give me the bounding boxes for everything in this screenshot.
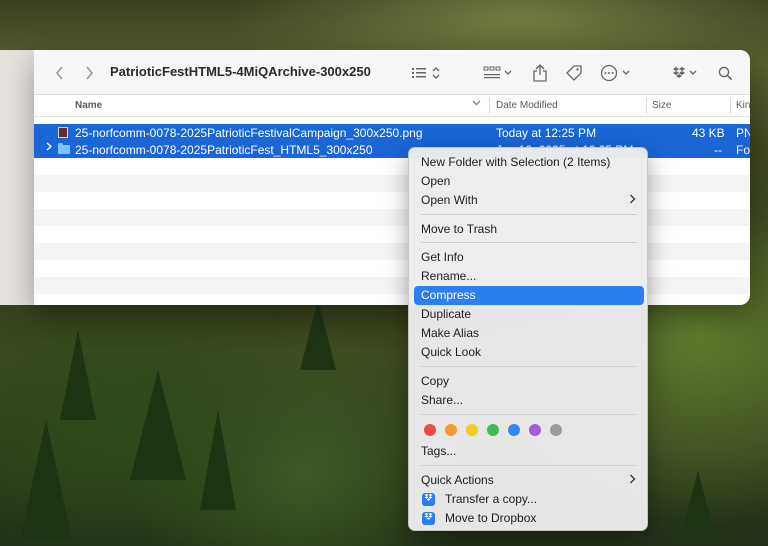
wallpaper-tree: [20, 420, 72, 540]
wallpaper-tree: [300, 300, 336, 370]
submenu-chevron-icon: [629, 471, 636, 490]
menu-item-label: Move to Dropbox: [445, 511, 537, 525]
share-button[interactable]: [531, 62, 549, 84]
column-header-size[interactable]: Size: [652, 100, 671, 111]
menu-item-move-to-trash[interactable]: Move to Trash: [414, 220, 644, 239]
context-menu: New Folder with Selection (2 Items) Open…: [408, 147, 648, 531]
menu-item-transfer-a-copy[interactable]: Transfer a copy...: [414, 490, 644, 509]
file-row-png[interactable]: 25-norfcomm-0078-2025PatrioticFestivalCa…: [34, 124, 750, 141]
file-date: Today at 12:25 PM: [496, 126, 597, 140]
column-header-row: Name Date Modified Size Kin: [34, 95, 750, 117]
tag-color-orange[interactable]: [445, 424, 457, 436]
tag-color-yellow[interactable]: [466, 424, 478, 436]
file-size: --: [714, 143, 722, 157]
dropbox-icon: [422, 512, 435, 525]
list-view-icon: [412, 67, 440, 79]
menu-item-tags[interactable]: Tags...: [414, 442, 644, 461]
tag-button[interactable]: [564, 62, 584, 84]
wallpaper-tree: [200, 410, 236, 510]
menu-separator: [421, 465, 637, 466]
dropbox-icon: [422, 493, 435, 506]
more-actions-button[interactable]: [600, 62, 634, 84]
search-icon: [718, 66, 732, 80]
file-size: 43 KB: [692, 126, 725, 140]
wallpaper-tree: [130, 370, 186, 480]
png-file-icon: [58, 127, 68, 138]
menu-item-move-to-dropbox[interactable]: Move to Dropbox: [414, 509, 644, 528]
sort-chevron-icon: [472, 98, 481, 110]
disclosure-triangle-icon[interactable]: [46, 142, 53, 154]
window-title: PatrioticFestHTML5-4MiQArchive-300x250: [110, 64, 371, 79]
menu-item-quick-actions[interactable]: Quick Actions: [414, 471, 644, 490]
dropbox-icon: [673, 67, 697, 78]
menu-item-quick-look[interactable]: Quick Look: [414, 343, 644, 362]
menu-separator: [421, 214, 637, 215]
ellipsis-circle-icon: [600, 64, 630, 82]
file-kind: Fo: [736, 143, 750, 157]
finder-sidebar: [0, 50, 34, 305]
chevron-right-icon: [85, 66, 93, 80]
wallpaper-tree: [680, 470, 716, 540]
menu-item-label: Transfer a copy...: [445, 492, 538, 506]
menu-item-label: Quick Actions: [421, 473, 494, 487]
folder-icon: [58, 143, 70, 154]
menu-separator: [421, 414, 637, 415]
column-divider[interactable]: [646, 98, 647, 114]
menu-separator: [421, 242, 637, 243]
toolbar: PatrioticFestHTML5-4MiQArchive-300x250: [34, 50, 750, 95]
forward-button[interactable]: [82, 62, 96, 84]
menu-item-open[interactable]: Open: [414, 172, 644, 191]
menu-item-compress[interactable]: Compress: [414, 286, 644, 305]
column-divider[interactable]: [730, 98, 731, 114]
menu-item-copy[interactable]: Copy: [414, 372, 644, 391]
group-button[interactable]: [482, 62, 516, 84]
column-header-kind[interactable]: Kin: [736, 100, 750, 111]
tag-color-green[interactable]: [487, 424, 499, 436]
view-mode-button[interactable]: [410, 62, 444, 84]
submenu-chevron-icon: [629, 191, 636, 210]
dropbox-button[interactable]: [670, 62, 700, 84]
menu-item-new-folder-with-selection[interactable]: New Folder with Selection (2 Items): [414, 153, 644, 172]
menu-item-open-with[interactable]: Open With: [414, 191, 644, 210]
chevron-left-icon: [55, 66, 63, 80]
back-button[interactable]: [52, 62, 66, 84]
column-header-name[interactable]: Name: [75, 100, 102, 111]
menu-separator: [421, 366, 637, 367]
wallpaper-tree: [60, 330, 96, 420]
file-name: 25-norfcomm-0078-2025PatrioticFestivalCa…: [75, 126, 423, 140]
tag-color-red[interactable]: [424, 424, 436, 436]
tag-icon: [566, 65, 582, 81]
share-icon: [533, 64, 547, 82]
tag-color-purple[interactable]: [529, 424, 541, 436]
menu-item-label: Open With: [421, 193, 478, 207]
file-kind: PN: [736, 126, 750, 140]
menu-item-duplicate[interactable]: Duplicate: [414, 305, 644, 324]
menu-item-make-alias[interactable]: Make Alias: [414, 324, 644, 343]
menu-item-get-info[interactable]: Get Info: [414, 248, 644, 267]
tag-color-blue[interactable]: [508, 424, 520, 436]
group-grid-icon: [483, 66, 512, 79]
file-name: 25-norfcomm-0078-2025PatrioticFest_HTML5…: [75, 143, 373, 157]
tag-color-gray[interactable]: [550, 424, 562, 436]
search-button[interactable]: [716, 62, 734, 84]
menu-item-rename[interactable]: Rename...: [414, 267, 644, 286]
column-header-date-modified[interactable]: Date Modified: [496, 100, 558, 111]
menu-item-share[interactable]: Share...: [414, 391, 644, 410]
column-divider[interactable]: [489, 98, 490, 114]
